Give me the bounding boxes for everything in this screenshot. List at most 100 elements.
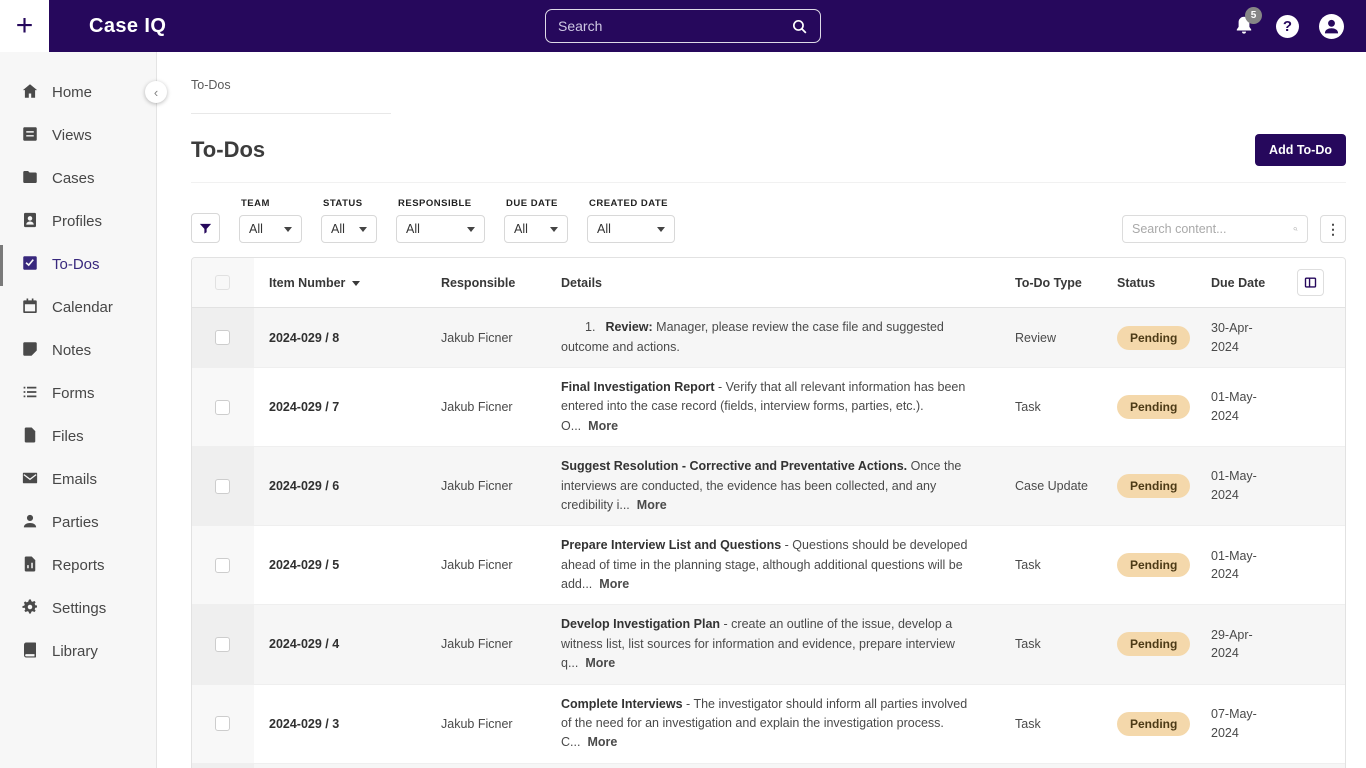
column-header-status[interactable]: Status: [1102, 276, 1196, 290]
global-search-input[interactable]: [558, 18, 791, 34]
sidebar-item-emails[interactable]: Emails: [0, 458, 156, 501]
sidebar-item-forms[interactable]: Forms: [0, 372, 156, 415]
row-checkbox[interactable]: [215, 330, 230, 345]
table-row[interactable]: 2024-029 / 7 Jakub Ficner Final Investig…: [192, 368, 1345, 447]
sidebar-item-label: Parties: [52, 514, 99, 531]
filter-value: All: [331, 222, 345, 236]
cell-details: Complete Interviews - The investigator s…: [546, 685, 1000, 763]
filter-value: All: [406, 222, 420, 236]
notifications-button[interactable]: 5: [1232, 14, 1256, 38]
cell-details: 1.Review: Manager, please review the cas…: [546, 308, 1000, 367]
sidebar-item-to-dos[interactable]: To-Dos: [0, 243, 156, 286]
add-todo-button[interactable]: Add To-Do: [1255, 134, 1346, 166]
table-row[interactable]: 2024-029 / 6 Jakub Ficner Suggest Resolu…: [192, 447, 1345, 526]
cell-details: Suggest Resolution - Corrective and Prev…: [546, 447, 1000, 525]
table-search[interactable]: [1122, 215, 1308, 243]
breadcrumb[interactable]: To-Dos: [191, 78, 1346, 92]
sidebar-collapse-button[interactable]: ‹: [145, 81, 167, 103]
column-header-responsible[interactable]: Responsible: [426, 276, 546, 290]
sidebar-item-notes[interactable]: Notes: [0, 329, 156, 372]
filter-label: RESPONSIBLE: [398, 198, 485, 209]
cell-responsible: Jakub Ficner: [426, 479, 546, 493]
details-title: Develop Investigation Plan: [561, 617, 720, 631]
more-link[interactable]: More: [637, 498, 667, 512]
filter-label: TEAM: [241, 198, 302, 209]
user-icon: [1319, 14, 1344, 39]
filter-dropdown[interactable]: All: [321, 215, 377, 243]
cell-details: Final Investigation Report - Verify that…: [546, 368, 1000, 446]
details-title: Final Investigation Report: [561, 380, 715, 394]
cell-responsible: Jakub Ficner: [426, 558, 546, 572]
help-button[interactable]: ?: [1276, 15, 1299, 38]
table-row[interactable]: 2024-029 / 8 Jakub Ficner 1.Review: Mana…: [192, 308, 1345, 368]
column-header-item-number[interactable]: Item Number: [254, 276, 426, 290]
sidebar-item-home[interactable]: Home: [0, 71, 156, 114]
emails-icon: [21, 469, 39, 487]
row-checkbox[interactable]: [215, 637, 230, 652]
more-link[interactable]: More: [588, 419, 618, 433]
sidebar-item-views[interactable]: Views: [0, 114, 156, 157]
more-link[interactable]: More: [585, 656, 615, 670]
cell-todo-type: Review: [1000, 331, 1102, 345]
sidebar-item-label: Reports: [52, 557, 105, 574]
table-search-input[interactable]: [1132, 222, 1293, 236]
filter-group-status: STATUS All: [321, 198, 377, 243]
sidebar-item-label: Files: [52, 428, 84, 445]
row-checkbox[interactable]: [215, 716, 230, 731]
cell-details: Documentation - Ensure all of the initia…: [546, 764, 1000, 768]
user-menu-button[interactable]: [1319, 14, 1344, 39]
chevron-down-icon: [550, 227, 558, 232]
views-icon: [21, 125, 39, 143]
sidebar-item-cases[interactable]: Cases: [0, 157, 156, 200]
sidebar-item-settings[interactable]: Settings: [0, 587, 156, 630]
more-link[interactable]: More: [587, 735, 617, 749]
active-item-indicator: [0, 245, 3, 286]
column-settings-button[interactable]: [1297, 269, 1324, 296]
sidebar: ‹ Home Views Cases Profiles To-Dos Calen…: [0, 52, 157, 768]
new-item-button[interactable]: +: [0, 0, 49, 52]
filter-dropdown[interactable]: All: [239, 215, 302, 243]
table-row[interactable]: 2024-029 / 2 Jakub Ficner Documentation …: [192, 764, 1345, 768]
select-all-checkbox[interactable]: [215, 275, 230, 290]
sidebar-item-calendar[interactable]: Calendar: [0, 286, 156, 329]
sidebar-item-label: Forms: [52, 385, 95, 402]
filter-value: All: [514, 222, 528, 236]
sidebar-item-files[interactable]: Files: [0, 415, 156, 458]
sidebar-nav: Home Views Cases Profiles To-Dos Calenda…: [0, 71, 156, 673]
row-checkbox[interactable]: [215, 479, 230, 494]
table-more-menu-button[interactable]: ⋮: [1320, 215, 1346, 243]
table-row[interactable]: 2024-029 / 5 Jakub Ficner Prepare Interv…: [192, 526, 1345, 605]
filter-group-due-date: DUE DATE All: [504, 198, 568, 243]
filter-dropdown[interactable]: All: [504, 215, 568, 243]
details-title: Suggest Resolution - Corrective and Prev…: [561, 459, 907, 473]
row-checkbox[interactable]: [215, 400, 230, 415]
sidebar-item-library[interactable]: Library: [0, 630, 156, 673]
sidebar-item-parties[interactable]: Parties: [0, 501, 156, 544]
cell-due-date: 01-May-2024: [1211, 467, 1267, 505]
column-header-todo-type[interactable]: To-Do Type: [1000, 276, 1102, 290]
sidebar-item-reports[interactable]: Reports: [0, 544, 156, 587]
column-header-due-date[interactable]: Due Date: [1196, 276, 1276, 290]
details-title: Complete Interviews: [561, 697, 683, 711]
details-title: Prepare Interview List and Questions: [561, 538, 781, 552]
cell-item-number: 2024-029 / 5: [254, 558, 426, 572]
cases-icon: [21, 168, 39, 186]
column-header-details[interactable]: Details: [546, 276, 1000, 290]
sidebar-item-label: Emails: [52, 471, 97, 488]
sidebar-item-profiles[interactable]: Profiles: [0, 200, 156, 243]
kebab-icon: ⋮: [1326, 221, 1340, 238]
sidebar-item-label: Calendar: [52, 299, 113, 316]
filter-dropdown[interactable]: All: [396, 215, 485, 243]
files-icon: [21, 426, 39, 444]
table-row[interactable]: 2024-029 / 3 Jakub Ficner Complete Inter…: [192, 685, 1345, 764]
todos-icon: [21, 254, 39, 272]
chevron-down-icon: [359, 227, 367, 232]
status-badge: Pending: [1117, 712, 1190, 736]
filter-dropdown[interactable]: All: [587, 215, 675, 243]
top-navbar: + Case IQ 5 ?: [0, 0, 1366, 52]
filter-toggle-button[interactable]: [191, 213, 220, 243]
row-checkbox[interactable]: [215, 558, 230, 573]
table-row[interactable]: 2024-029 / 4 Jakub Ficner Develop Invest…: [192, 605, 1345, 684]
more-link[interactable]: More: [599, 577, 629, 591]
global-search[interactable]: [545, 9, 821, 43]
